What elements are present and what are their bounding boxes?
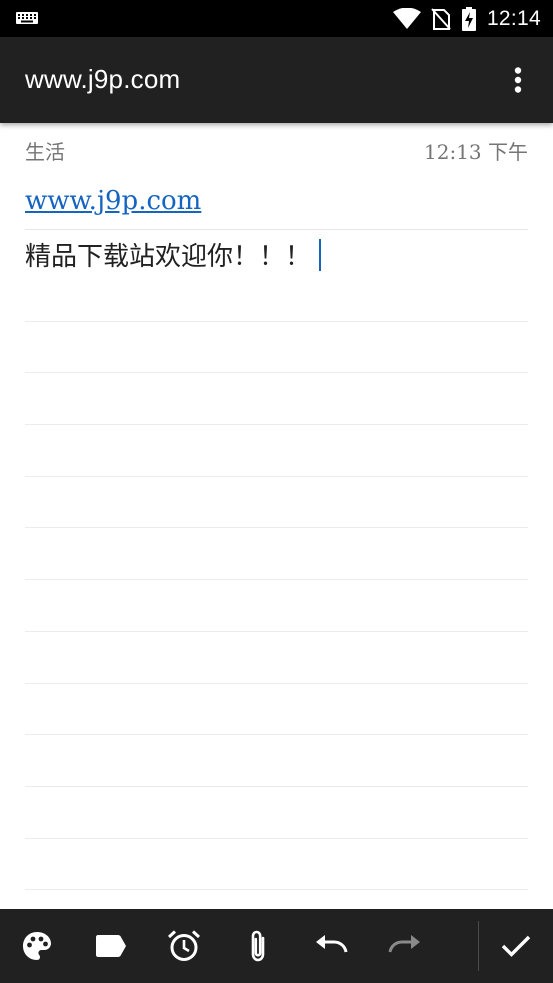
no-sim-icon	[431, 7, 451, 30]
keyboard-icon	[16, 12, 38, 24]
note-category[interactable]: 生活	[25, 136, 65, 165]
more-vert-icon[interactable]	[501, 63, 535, 97]
ruled-lines	[25, 270, 528, 891]
ruled-line	[25, 528, 528, 581]
ruled-line	[25, 425, 528, 477]
attach-icon[interactable]	[240, 928, 276, 964]
palette-icon[interactable]	[19, 928, 55, 964]
ruled-line	[25, 735, 528, 787]
ruled-line	[25, 787, 528, 839]
note-editor[interactable]: www.j9p.com 精品下载站欢迎你！！！	[25, 178, 528, 272]
label-icon[interactable]	[93, 928, 129, 964]
toolbar-divider	[478, 921, 479, 971]
note-meta: 生活 12:13 下午	[25, 136, 528, 164]
note-body-text: 精品下载站欢迎你！！！	[25, 242, 312, 272]
battery-charging-icon	[461, 6, 476, 31]
page-title: www.j9p.com	[25, 64, 181, 94]
app-toolbar: www.j9p.com	[0, 37, 553, 123]
undo-icon[interactable]	[313, 928, 349, 964]
note-link[interactable]: www.j9p.com	[25, 186, 201, 216]
ruled-line	[25, 839, 528, 891]
ruled-line	[25, 477, 528, 529]
note-timestamp: 12:13 下午	[424, 140, 528, 164]
ruled-line	[25, 684, 528, 736]
check-icon[interactable]	[498, 928, 534, 964]
redo-icon[interactable]	[387, 928, 423, 964]
ruled-line	[25, 270, 528, 322]
alarm-icon[interactable]	[166, 928, 202, 964]
bottom-action-bar	[0, 909, 553, 983]
wifi-icon	[392, 7, 421, 29]
ruled-line	[25, 580, 528, 632]
ruled-line	[25, 373, 528, 426]
ruled-line	[25, 632, 528, 684]
status-time: 12:14	[486, 6, 541, 30]
ruled-line	[25, 322, 528, 374]
text-cursor	[319, 238, 322, 271]
note-body[interactable]: 精品下载站欢迎你！！！	[25, 236, 322, 273]
status-bar: 12:14	[0, 0, 553, 37]
